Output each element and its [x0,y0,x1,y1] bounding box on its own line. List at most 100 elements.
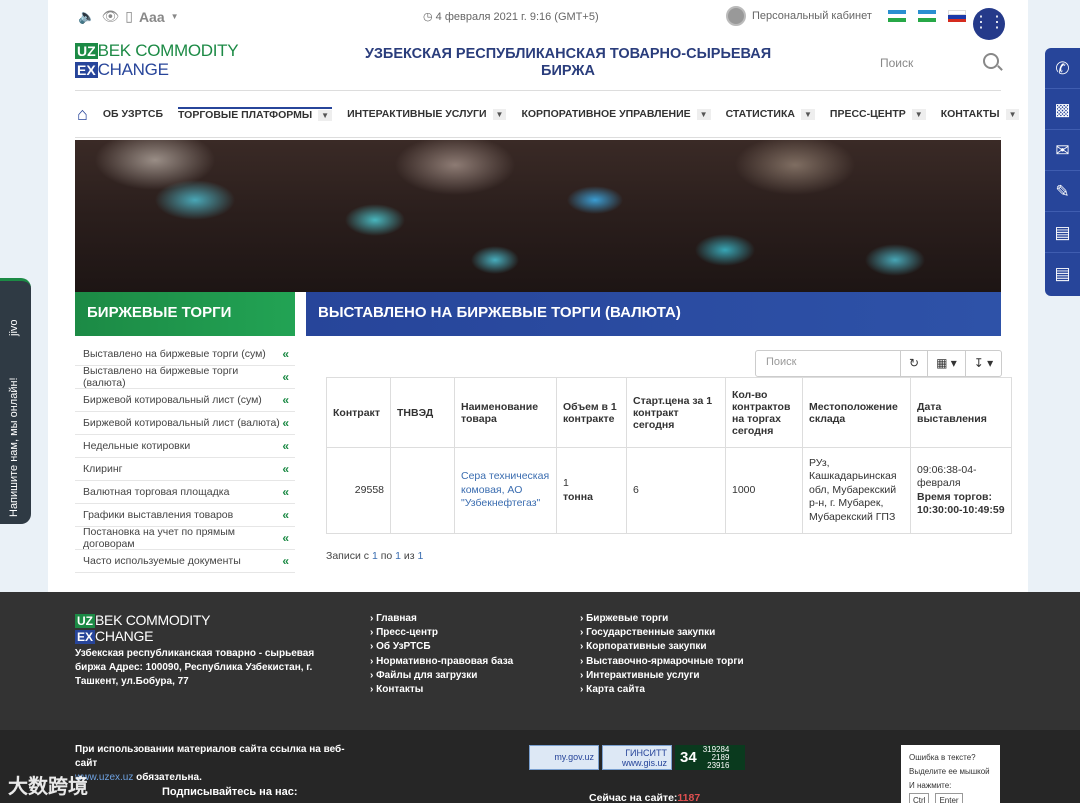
banner-image [75,140,1001,292]
footer-link[interactable]: Главная [370,613,513,627]
datetime-text: 4 февраля 2021 г. 9:16 (GMT+5) [435,11,599,23]
mobile-icon[interactable]: ▯ [125,8,133,25]
accessibility-tools: 🔈 👁 ▯ Aaa ▼ [78,8,179,25]
online-label: Сейчас на сайте: [589,792,678,803]
chevron-down-icon[interactable]: ▼ [911,108,926,120]
speaker-icon[interactable]: 🔈 [78,8,95,25]
footer-links-col-1: Главная Пресс-центр Об УзРТСБ Нормативно… [370,613,513,698]
logo-box-ex: EX [75,62,98,78]
records-mid2: из [403,550,415,562]
apps-grid-icon[interactable]: ⋮⋮⋮ [973,8,1021,40]
sidebar-item-label: Валютная торговая площадка [83,486,230,498]
sidebar-item[interactable]: Выставлено на биржевые торги (сум) « [75,343,295,366]
column-header[interactable]: ТНВЭД [390,377,455,448]
column-header[interactable]: Кол-во контрактов на торгах сегодня [725,377,803,448]
site-title: УЗБЕКСКАЯ РЕСПУБЛИКАНСКАЯ ТОВАРНО-СЫРЬЕВ… [364,46,772,79]
footer-link[interactable]: Государственные закупки [580,627,744,641]
chevron-down-icon[interactable]: ▼ [171,12,179,21]
eye-icon[interactable]: 👁 [101,8,119,25]
sidebar-item[interactable]: Часто используемые документы « [75,550,295,573]
product-link[interactable]: Сера техническая комовая, АО "Узбекнефте… [461,470,549,509]
footer-link[interactable]: Пресс-центр [370,627,513,641]
mygov-badge[interactable]: my.gov.uz [529,745,599,770]
phone-icon[interactable]: ✆ [1045,48,1080,89]
chevron-down-icon[interactable]: ▼ [800,108,815,120]
sidebar-item[interactable]: Недельные котировки « [75,435,295,458]
column-header[interactable]: Наименование товара [454,377,557,448]
site-logo[interactable]: UZ BEK COMMODITY EX CHANGE [75,42,239,79]
page-container: 🔈 👁 ▯ Aaa ▼ ◷ 4 февраля 2021 г. 9:16 (GM… [48,0,1028,592]
online-counter: Сейчас на сайте:1187 [589,792,700,803]
badge-label: my.gov.uz [554,752,594,762]
nav-item-contacts[interactable]: КОНТАКТЫ ▼ [941,108,1020,120]
fax-icon[interactable]: ▩ [1045,89,1080,130]
sidebar-item[interactable]: Постановка на учет по прямым договорам « [75,526,295,550]
key-enter: Enter [935,793,963,803]
nav-item-interactive-services[interactable]: ИНТЕРАКТИВНЫЕ УСЛУГИ ▼ [347,108,507,120]
footer-link[interactable]: Контакты [370,684,513,698]
document-icon[interactable]: ▤ [1045,253,1080,294]
sidebar-item[interactable]: Графики выставления товаров « [75,504,295,527]
column-header[interactable]: Местоположение склада [802,377,911,448]
header-search-input[interactable]: Поиск [880,56,913,70]
visitor-counter[interactable]: 34 319284 2189 23916 [675,745,745,770]
footer-link[interactable]: Интерактивные услуги [580,670,744,684]
sidebar-item[interactable]: Валютная торговая площадка « [75,481,295,504]
table-toolbar: Поиск ↻ ▦ ▾ ↧ ▾ [755,350,1003,377]
chevron-left-icon: « [282,508,289,522]
footer-address: Узбекская республиканская товарно - сырь… [75,648,315,687]
chat-icon[interactable]: ✉ [1045,130,1080,171]
nav-item-trading-platforms[interactable]: ТОРГОВЫЕ ПЛАТФОРМЫ ▼ [178,107,333,121]
error-text: Выделите ее мышкой [909,767,990,776]
footer-link[interactable]: Об УзРТСБ [370,641,513,655]
subscribe-label: Подписывайтесь на нас: [162,786,298,798]
footer-link[interactable]: Корпоративные закупки [580,641,744,655]
sidebar-item-label: Биржевой котировальный лист (сум) [83,394,262,406]
sidebar-item[interactable]: Выставлено на биржевые торги (валюта) « [75,365,295,389]
nav-item-statistics[interactable]: СТАТИСТИКА ▼ [726,108,815,120]
chevron-down-icon[interactable]: ▼ [1005,108,1020,120]
footer-link[interactable]: Выставочно-ярмарочные торги [580,656,744,670]
footer-link[interactable]: Файлы для загрузки [370,670,513,684]
footer-link[interactable]: Нормативно-правовая база [370,656,513,670]
column-header[interactable]: Старт.цена за 1 контракт сегодня [626,377,726,448]
nav-item-about[interactable]: ОБ УЗРТСБ [103,108,163,120]
sidebar-item[interactable]: Клиринг « [75,458,295,481]
table-row: 29558 Сера техническая комовая, АО "Узбе… [326,447,1012,534]
live-chat-widget[interactable]: jivo Напишите нам, мы онлайн! [0,278,31,524]
nav-item-press-center[interactable]: ПРЕСС-ЦЕНТР ▼ [830,108,926,120]
flag-uz-latin-icon[interactable] [888,10,906,22]
flag-uz-cyrillic-icon[interactable] [918,10,936,22]
page-title: ВЫСТАВЛЕНО НА БИРЖЕВЫЕ ТОРГИ (ВАЛЮТА) [306,292,1001,336]
footer-link[interactable]: Карта сайта [580,684,744,698]
home-icon[interactable]: ⌂ [77,103,88,125]
font-size-toggle[interactable]: Aaa [139,9,165,25]
column-header[interactable]: Объем в 1 контракте [556,377,627,448]
records-prefix: Записи с [326,550,370,562]
columns-icon[interactable]: ▦ ▾ [928,350,966,377]
refresh-icon[interactable]: ↻ [901,350,929,377]
chevron-down-icon[interactable]: ▼ [318,109,333,121]
flag-ru-icon[interactable] [948,10,966,22]
footer-logo[interactable]: UZ BEK COMMODITY EX CHANGE [75,613,210,644]
column-header[interactable]: Контракт [326,377,391,448]
nav-item-corporate-governance[interactable]: КОРПОРАТИВНОЕ УПРАВЛЕНИЕ ▼ [521,108,711,120]
counter-main: 34 [680,748,697,766]
cell-name: Сера техническая комовая, АО "Узбекнефте… [454,447,557,534]
chevron-down-icon[interactable]: ▼ [492,108,507,120]
sidebar-item[interactable]: Биржевой котировальный лист (сум) « [75,389,295,412]
search-icon[interactable] [983,53,999,69]
cell-count: 1000 [725,447,803,534]
nav-label: ПРЕСС-ЦЕНТР [829,108,906,120]
banner-strip: БИРЖЕВЫЕ ТОРГИ ВЫСТАВЛЕНО НА БИРЖЕВЫЕ ТО… [75,292,1001,336]
column-header[interactable]: Дата выставления [910,377,1012,448]
export-icon[interactable]: ↧ ▾ [965,350,1003,377]
documents-icon[interactable]: ▤ [1045,212,1080,253]
footer-link[interactable]: Биржевые торги [580,613,744,627]
table-search-input[interactable]: Поиск [755,350,901,377]
chevron-down-icon[interactable]: ▼ [696,108,711,120]
sidebar-item[interactable]: Биржевой котировальный лист (валюта) « [75,412,295,435]
gis-badge[interactable]: ГИНСИТТ www.gis.uz [602,745,672,770]
personal-cabinet-link[interactable]: Персональный кабинет [726,6,872,26]
edit-icon[interactable]: ✎ [1045,171,1080,212]
